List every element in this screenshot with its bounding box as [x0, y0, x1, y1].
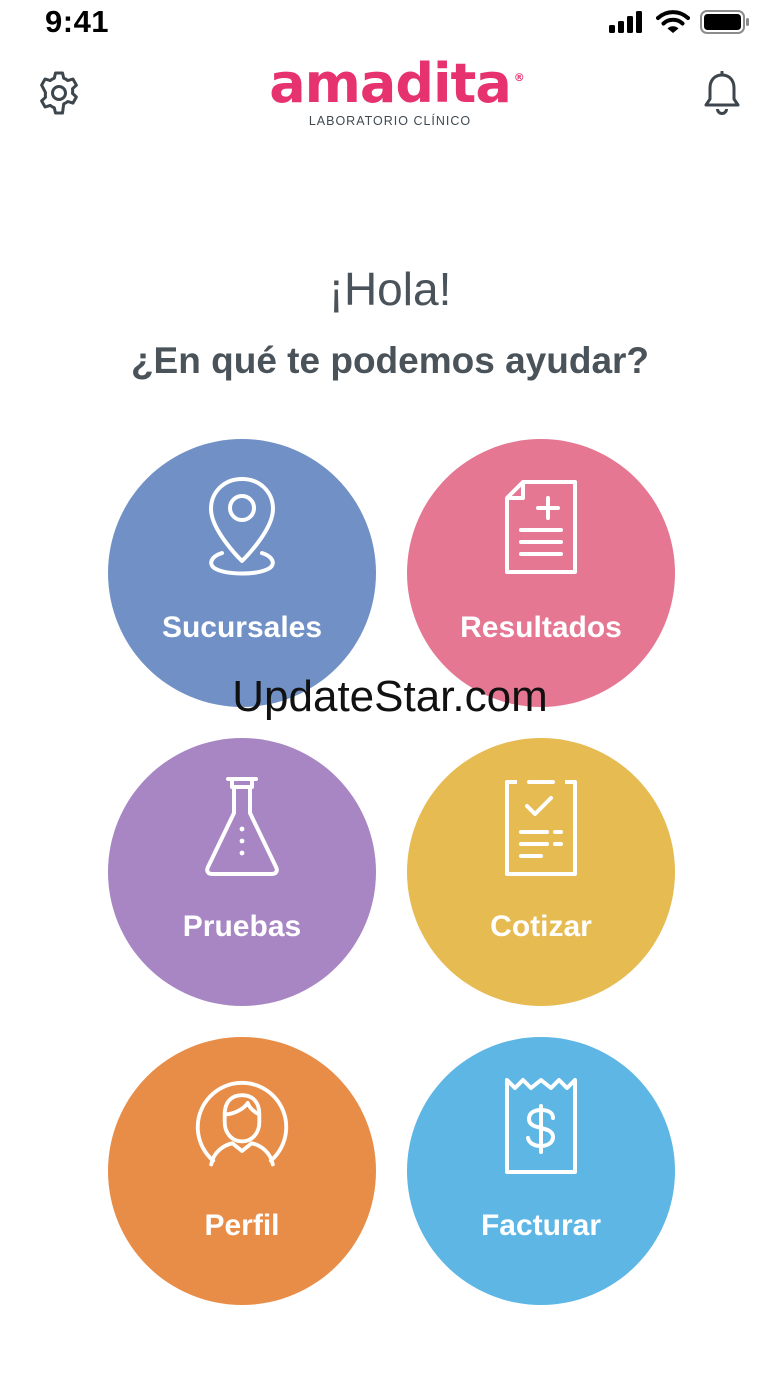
tile-label: Pruebas	[182, 910, 302, 943]
checklist-icon	[491, 772, 591, 882]
tile-label: Cotizar	[490, 910, 592, 943]
greeting-title: ¡Hola!	[328, 263, 452, 315]
settings-button[interactable]	[34, 68, 84, 118]
facturar-button[interactable]: Facturar	[407, 1037, 675, 1305]
flask-icon	[192, 772, 292, 882]
watermark: UpdateStar.com	[232, 672, 548, 721]
status-time: 9:41	[45, 4, 110, 39]
logo-subtitle: LABORATORIO CLÍNICO	[308, 114, 472, 128]
resultados-button[interactable]: Resultados	[407, 439, 675, 707]
map-pin-icon	[192, 473, 292, 583]
status-icons	[608, 9, 750, 35]
gear-icon	[40, 71, 78, 115]
logo-text: amadita	[269, 52, 512, 115]
bell-icon	[704, 71, 740, 115]
logo-wordmark: amadita ®	[269, 56, 525, 112]
tile-label: Sucursales	[161, 611, 323, 644]
status-bar: 9:41	[0, 0, 780, 46]
cotizar-button[interactable]: Cotizar	[407, 738, 675, 1006]
notifications-button[interactable]	[700, 68, 744, 118]
receipt-dollar-icon	[491, 1071, 591, 1181]
sucursales-button[interactable]: Sucursales	[108, 439, 376, 707]
tile-label: Resultados	[460, 611, 622, 644]
document-plus-icon	[491, 473, 591, 583]
logo-registered-mark: ®	[513, 71, 525, 84]
top-nav: amadita ® LABORATORIO CLÍNICO	[0, 52, 780, 132]
help-question: ¿En qué te podemos ayudar?	[130, 340, 650, 381]
battery-icon	[700, 10, 749, 34]
cellular-signal-icon	[609, 11, 642, 33]
wifi-icon	[656, 10, 690, 33]
tile-label: Perfil	[204, 1209, 280, 1242]
tile-label: Facturar	[480, 1209, 602, 1242]
amadita-logo: amadita ® LABORATORIO CLÍNICO	[255, 56, 525, 132]
perfil-button[interactable]: Perfil	[108, 1037, 376, 1305]
pruebas-button[interactable]: Pruebas	[108, 738, 376, 1006]
user-icon	[192, 1071, 292, 1181]
